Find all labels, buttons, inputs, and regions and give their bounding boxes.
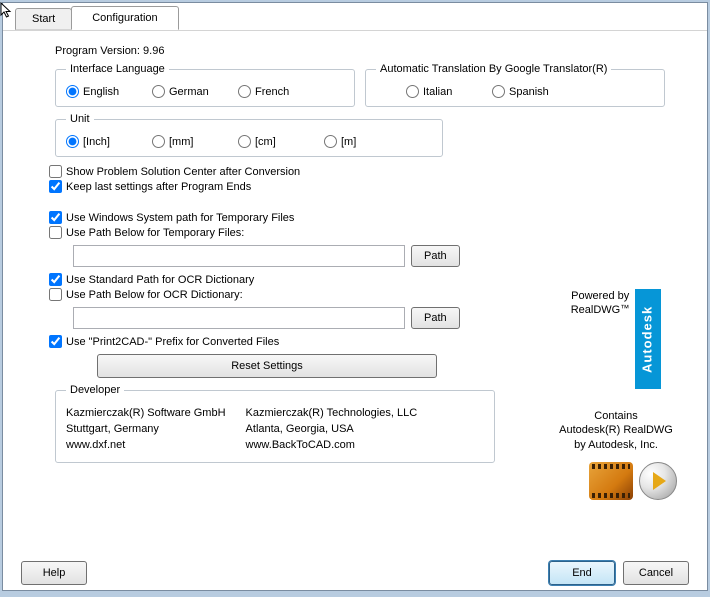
end-button[interactable]: End (549, 561, 615, 585)
cancel-button[interactable]: Cancel (623, 561, 689, 585)
ocr-path-button[interactable]: Path (411, 307, 460, 329)
radio-spanish[interactable]: Spanish (492, 85, 564, 98)
play-icon[interactable] (639, 462, 677, 500)
radio-italian[interactable]: Italian (406, 85, 478, 98)
radio-french[interactable]: French (238, 85, 310, 98)
radio-cm[interactable]: [cm] (238, 135, 310, 148)
checkbox-use-win-temp[interactable]: Use Windows System path for Temporary Fi… (49, 211, 689, 224)
radio-mm[interactable]: [mm] (152, 135, 224, 148)
dev-col1-url: www.dxf.net (66, 438, 226, 454)
dialog-footer: Help End Cancel (3, 554, 707, 590)
reset-settings-button[interactable]: Reset Settings (97, 354, 437, 378)
unit-legend: Unit (66, 113, 94, 125)
ocr-path-input[interactable] (73, 307, 405, 329)
autodesk-logo-icon: Autodesk (635, 289, 661, 389)
contains-line1: Contains (551, 409, 681, 423)
contains-line3: by Autodesk, Inc. (551, 438, 681, 452)
autodesk-panel: Powered by RealDWG™ Autodesk Contains Au… (551, 289, 681, 452)
dev-col2-url: www.BackToCAD.com (246, 438, 418, 454)
radio-inch[interactable]: [Inch] (66, 135, 138, 148)
tab-bar: Start Configuration (3, 3, 707, 31)
developer-legend: Developer (66, 384, 124, 396)
interface-language-group: Interface Language English German French (55, 63, 355, 107)
dev-col2-name: Kazmierczak(R) Technologies, LLC (246, 406, 418, 422)
film-icon[interactable] (589, 462, 633, 500)
dev-col1-addr: Stuttgart, Germany (66, 422, 226, 438)
tab-start[interactable]: Start (15, 8, 72, 30)
program-version-label: Program Version: 9.96 (55, 45, 689, 57)
mouse-cursor-icon (0, 2, 16, 18)
tab-configuration[interactable]: Configuration (71, 6, 178, 30)
checkbox-use-std-ocr[interactable]: Use Standard Path for OCR Dictionary (49, 273, 689, 286)
auto-translation-group: Automatic Translation By Google Translat… (365, 63, 665, 107)
temp-path-button[interactable]: Path (411, 245, 460, 267)
auto-translation-legend: Automatic Translation By Google Translat… (376, 63, 611, 75)
unit-group: Unit [Inch] [mm] [cm] [m] (55, 113, 443, 157)
radio-m[interactable]: [m] (324, 135, 396, 148)
realdwg-label: RealDWG™ (571, 303, 630, 317)
temp-path-input[interactable] (73, 245, 405, 267)
checkbox-keep-last[interactable]: Keep last settings after Program Ends (49, 180, 689, 193)
checkbox-use-below-temp[interactable]: Use Path Below for Temporary Files: (49, 226, 689, 239)
radio-english[interactable]: English (66, 85, 138, 98)
dialog-window: Start Configuration Program Version: 9.9… (2, 2, 708, 591)
dev-col1-name: Kazmierczak(R) Software GmbH (66, 406, 226, 422)
developer-group: Developer Kazmierczak(R) Software GmbH S… (55, 384, 495, 463)
contains-line2: Autodesk(R) RealDWG (551, 423, 681, 437)
radio-german[interactable]: German (152, 85, 224, 98)
dev-col2-addr: Atlanta, Georgia, USA (246, 422, 418, 438)
checkbox-show-problem[interactable]: Show Problem Solution Center after Conve… (49, 165, 689, 178)
help-button[interactable]: Help (21, 561, 87, 585)
powered-by-label: Powered by (571, 289, 630, 303)
interface-language-legend: Interface Language (66, 63, 169, 75)
tab-content: Program Version: 9.96 Interface Language… (3, 31, 707, 554)
